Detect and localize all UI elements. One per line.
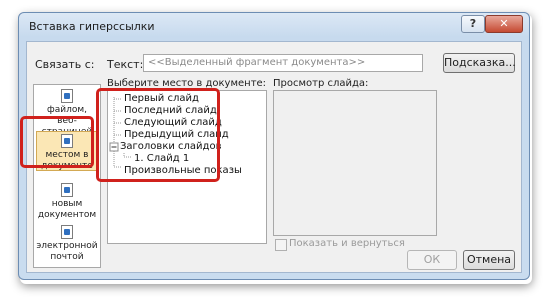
link-email-button[interactable]: электронной почтой	[36, 225, 98, 263]
show-and-return-checkbox[interactable]	[275, 239, 287, 251]
highlight-place-tree	[96, 88, 220, 182]
text-input[interactable]: <<Выделенный фрагмент документа>>	[143, 54, 423, 72]
email-icon	[61, 225, 73, 239]
web-page-icon	[61, 89, 73, 103]
link-email-label: электронной почтой	[36, 241, 98, 262]
ok-button[interactable]: ОК	[407, 250, 457, 270]
cancel-button[interactable]: Отмена	[463, 250, 515, 270]
link-to-bar: файлом, веб-страницей местом в документе…	[33, 84, 101, 268]
close-button[interactable]: ✕	[485, 15, 523, 33]
slide-preview-label: Просмотр слайда:	[273, 78, 369, 89]
text-label: Текст:	[107, 58, 144, 71]
help-button[interactable]: ?	[461, 15, 485, 33]
link-new-document-button[interactable]: новым документом	[36, 183, 98, 221]
new-document-icon	[61, 183, 73, 197]
hyperlink-dialog: Вставка гиперссылки ? ✕ Связать с: Текст…	[18, 12, 530, 280]
screentip-button[interactable]: Подсказка...	[443, 53, 516, 73]
dialog-title: Вставка гиперссылки	[29, 20, 155, 33]
link-to-label: Связать с:	[35, 58, 95, 71]
link-new-document-label: новым документом	[37, 199, 97, 220]
show-and-return-label: Показать и вернуться	[289, 238, 405, 249]
slide-preview-pane	[273, 90, 437, 236]
highlight-place-in-document	[20, 116, 94, 168]
